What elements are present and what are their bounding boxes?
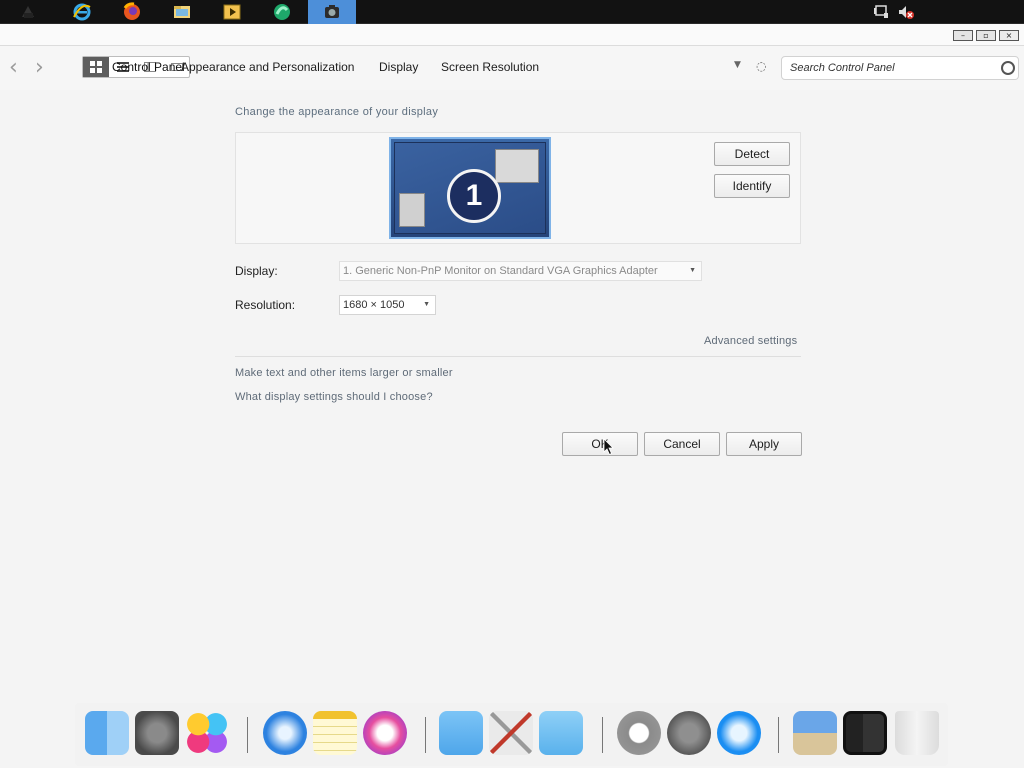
display-preview-panel: 1 Detect Identify <box>235 132 801 244</box>
folder-icon[interactable] <box>439 711 483 755</box>
firefox-icon[interactable] <box>108 0 156 24</box>
app-icon[interactable] <box>4 0 52 24</box>
monitor-preview[interactable]: 1 <box>389 137 551 239</box>
resolution-select[interactable]: 1680 × 1050 ▼ <box>339 295 436 315</box>
game-center-icon[interactable] <box>185 711 229 755</box>
taskbar <box>0 0 1024 24</box>
preview-icon[interactable] <box>793 711 837 755</box>
power-icon[interactable] <box>617 711 661 755</box>
media-player-icon[interactable] <box>208 0 256 24</box>
breadcrumb-control-panel[interactable]: Control Panel <box>112 60 185 74</box>
app-store-icon[interactable] <box>717 711 761 755</box>
chevron-down-icon: ▼ <box>689 267 696 274</box>
display-select[interactable]: 1. Generic Non-PnP Monitor on Standard V… <box>339 261 702 281</box>
minimize-button[interactable]: – <box>953 30 973 41</box>
window-thumbnail-icon <box>399 193 425 227</box>
dock <box>75 703 948 766</box>
system-preferences-icon[interactable] <box>135 711 179 755</box>
resolution-select-value: 1680 × 1050 <box>343 299 405 311</box>
advanced-settings-link[interactable]: Advanced settings <box>704 335 797 347</box>
trash-icon[interactable] <box>895 711 939 755</box>
ok-button[interactable]: OK <box>562 432 638 456</box>
itunes-icon[interactable] <box>363 711 407 755</box>
notes-icon[interactable] <box>313 711 357 755</box>
browser-icon[interactable] <box>258 0 306 24</box>
finder-icon[interactable] <box>85 711 129 755</box>
dock-separator <box>778 717 779 753</box>
display-select-value: 1. Generic Non-PnP Monitor on Standard V… <box>343 265 658 277</box>
search-placeholder: Search Control Panel <box>790 62 895 74</box>
photo-booth-icon[interactable] <box>843 711 887 755</box>
restore-button[interactable]: ▫ <box>976 30 996 41</box>
identify-button[interactable]: Identify <box>714 174 790 198</box>
search-icon[interactable] <box>1001 61 1015 75</box>
monitor-number: 1 <box>447 169 501 223</box>
search-input[interactable]: Search Control Panel <box>781 56 1019 80</box>
chevron-down-icon: ▼ <box>423 301 430 308</box>
display-help-link[interactable]: What display settings should I choose? <box>235 391 433 403</box>
network-icon[interactable] <box>873 3 891 21</box>
window-thumbnail-icon <box>495 149 539 183</box>
x-tools-icon[interactable] <box>489 711 533 755</box>
breadcrumb-display[interactable]: Display <box>379 60 418 74</box>
address-bar: ‹ › Control Panel Appearance and Persona… <box>0 46 1024 90</box>
dock-separator <box>602 717 603 753</box>
page-heading: Change the appearance of your display <box>235 106 439 118</box>
grid-view-icon[interactable] <box>83 57 109 77</box>
text-size-link[interactable]: Make text and other items larger or smal… <box>235 367 453 379</box>
dock-separator <box>425 717 426 753</box>
history-dropdown-icon[interactable]: ▼ <box>734 60 741 70</box>
dock-separator <box>247 717 248 753</box>
screen-resolution-page: Change the appearance of your display 1 … <box>0 90 1024 700</box>
back-arrow-icon[interactable]: ‹ <box>9 57 29 79</box>
muted-volume-icon[interactable] <box>897 3 915 21</box>
file-explorer-icon[interactable] <box>158 0 206 24</box>
close-button[interactable]: × <box>999 30 1019 41</box>
safari-icon[interactable] <box>263 711 307 755</box>
cancel-button[interactable]: Cancel <box>644 432 720 456</box>
breadcrumb-screen-resolution[interactable]: Screen Resolution <box>441 60 539 74</box>
display-label: Display: <box>235 264 278 278</box>
window-titlebar: – ▫ × <box>0 24 1024 46</box>
resolution-label: Resolution: <box>235 298 296 312</box>
refresh-icon[interactable]: ◌ <box>756 59 766 73</box>
launchpad-icon[interactable] <box>667 711 711 755</box>
breadcrumb-appearance[interactable]: Appearance and Personalization <box>181 60 354 74</box>
forward-arrow-icon[interactable]: › <box>35 57 55 79</box>
camera-icon[interactable] <box>308 0 356 24</box>
applications-folder-icon[interactable] <box>539 711 583 755</box>
detect-button[interactable]: Detect <box>714 142 790 166</box>
divider <box>235 356 801 357</box>
ie-icon[interactable] <box>58 0 106 24</box>
apply-button[interactable]: Apply <box>726 432 802 456</box>
